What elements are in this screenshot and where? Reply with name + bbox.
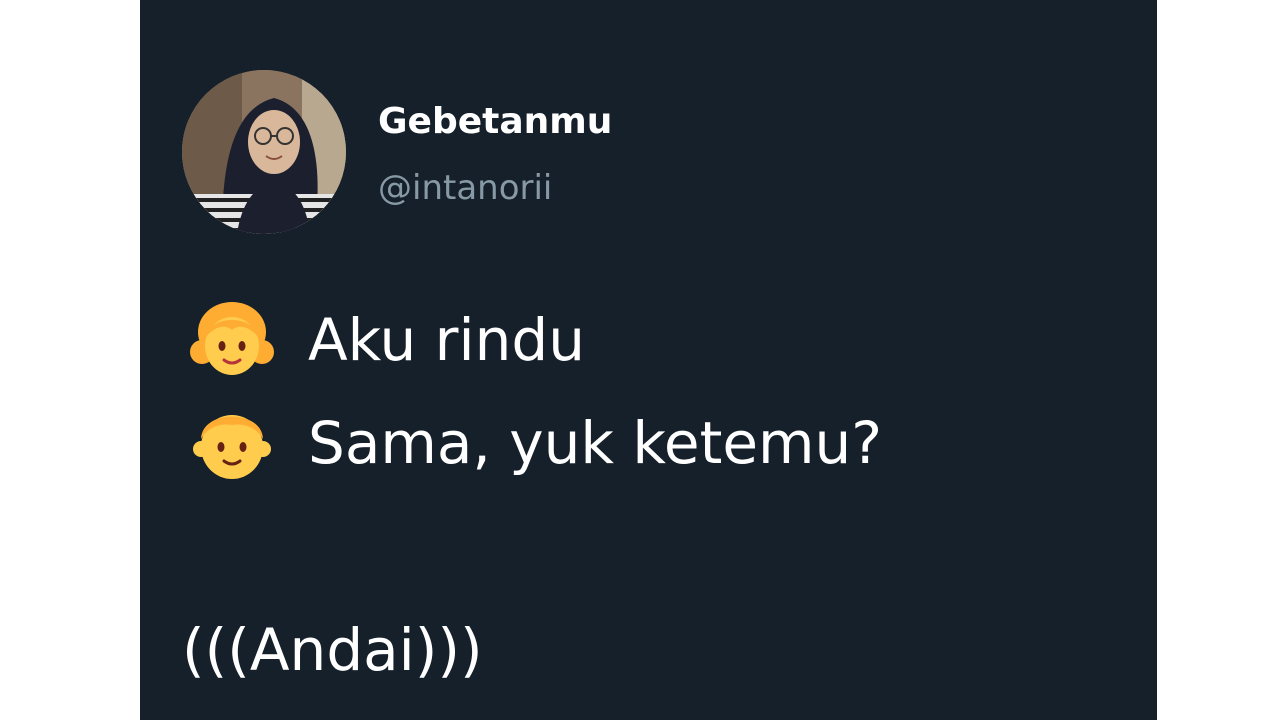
tweet-line-text: Aku rindu	[308, 306, 585, 374]
tweet-line-girl: Aku rindu	[188, 295, 585, 385]
boy-emoji-icon	[188, 399, 276, 487]
tweet-card: Gebetanmu @intanorii Aku rindu Sama, yuk…	[140, 0, 1157, 720]
tweet-tail-text: (((Andai)))	[182, 616, 483, 684]
tweet-line-boy: Sama, yuk ketemu?	[188, 398, 882, 488]
user-handle[interactable]: @intanorii	[378, 163, 552, 213]
display-name[interactable]: Gebetanmu	[378, 97, 612, 147]
tweet-line-text: Sama, yuk ketemu?	[308, 409, 883, 477]
avatar[interactable]	[182, 70, 346, 234]
girl-emoji-icon	[188, 296, 276, 384]
avatar-photo	[182, 70, 346, 234]
